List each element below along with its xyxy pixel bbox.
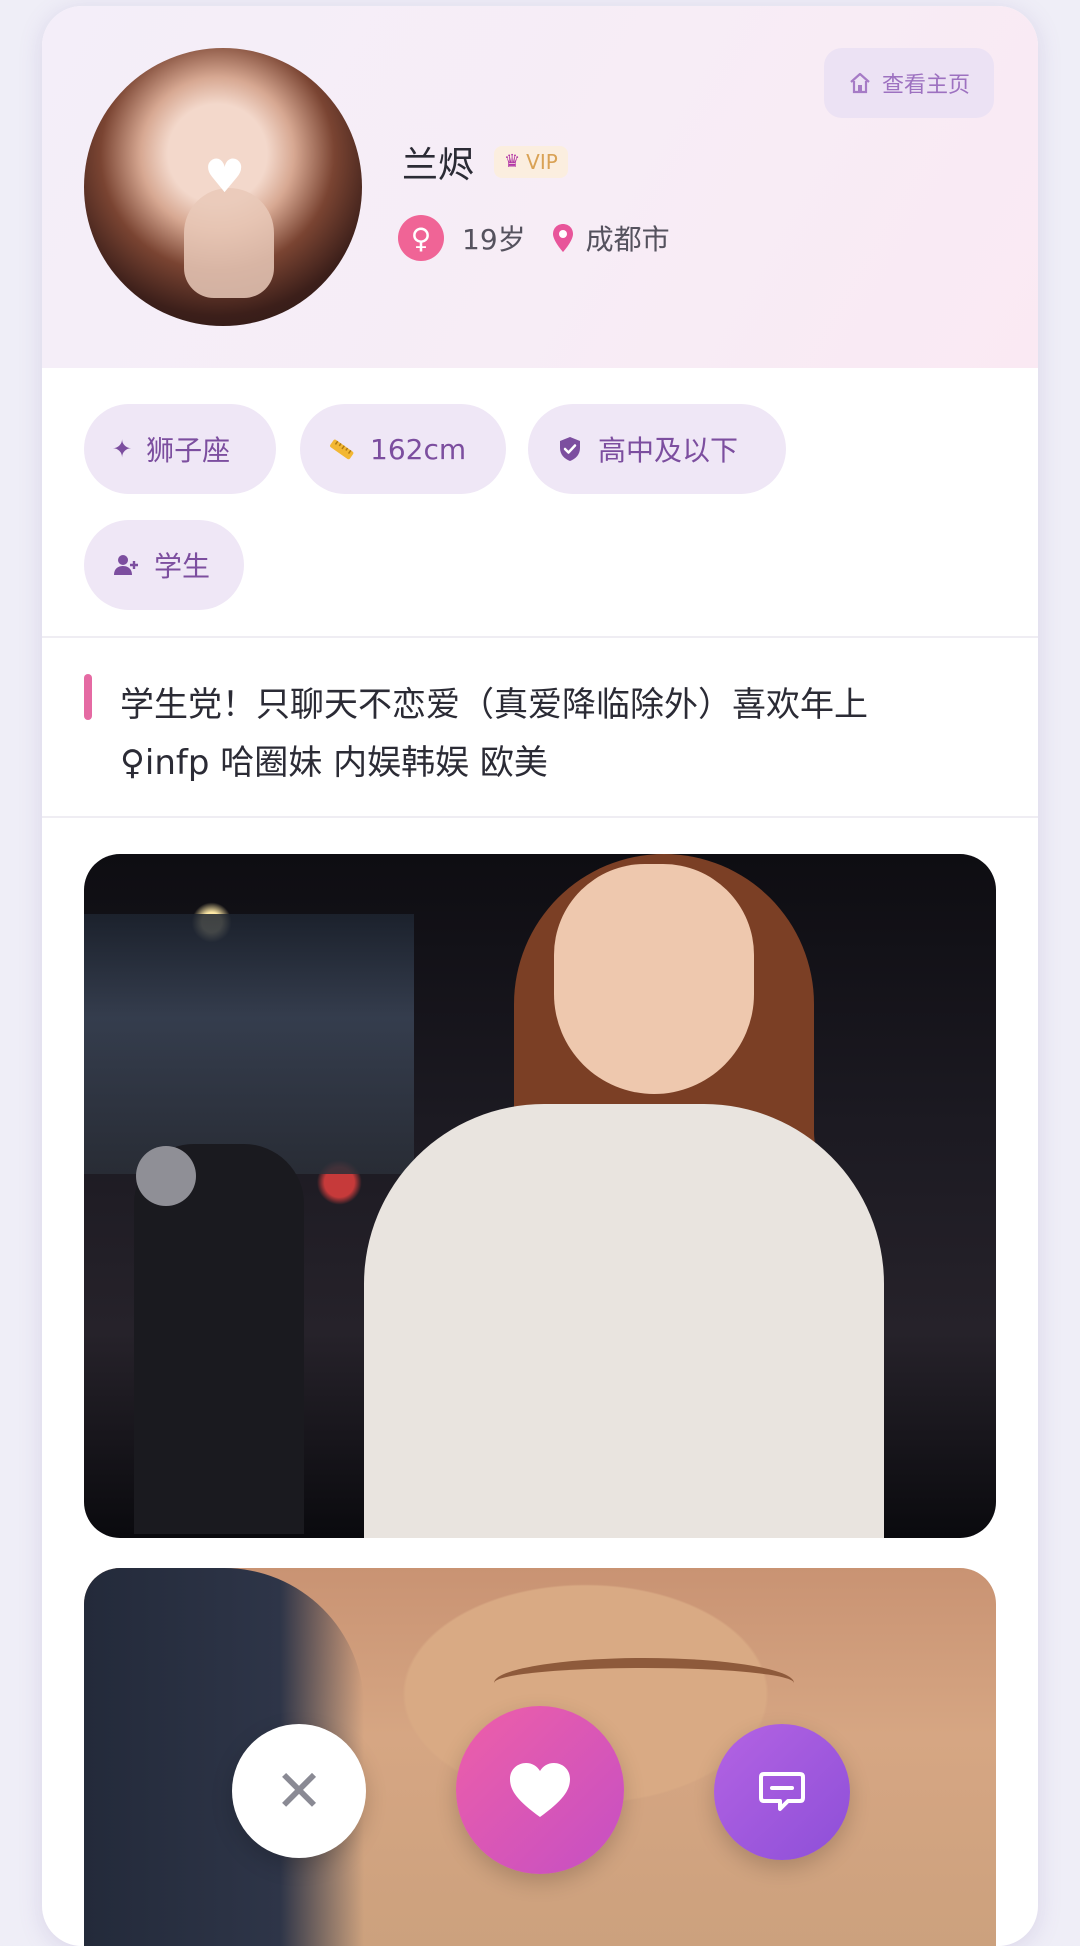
tag-education-label: 高中及以下 xyxy=(598,434,739,467)
bio-text: 学生党！只聊天不恋爱（真爱降临除外）喜欢年上 ♀infp 哈圈妹 内娱韩娱 欧美 xyxy=(120,685,868,783)
like-button[interactable] xyxy=(456,1706,624,1874)
location-pin-icon xyxy=(552,224,573,252)
chat-bubble-icon xyxy=(759,1772,805,1811)
vip-badge: ♛ VIP xyxy=(494,146,568,178)
microphone-icon xyxy=(136,1146,196,1206)
photo-sweater xyxy=(364,1104,884,1538)
photo-background-street xyxy=(84,914,414,1174)
person-add-icon xyxy=(114,555,138,575)
shield-check-icon xyxy=(560,437,580,461)
vip-label: VIP xyxy=(526,150,558,174)
female-icon: ♀ xyxy=(398,215,444,261)
bio-accent-bar xyxy=(84,674,92,720)
divider xyxy=(42,816,1038,818)
avatar[interactable]: ♥ xyxy=(84,48,362,326)
city-label: 成都市 xyxy=(585,223,670,256)
profile-header: ♥ 兰烬 ♛ VIP ♀ 19岁 成都市 查看主页 xyxy=(42,6,1038,368)
heart-icon xyxy=(510,1763,570,1817)
avatar-hand xyxy=(184,188,274,298)
age-label: 19岁 xyxy=(462,223,526,256)
tag-occupation-label: 学生 xyxy=(154,550,211,583)
profile-photo[interactable] xyxy=(84,854,996,1538)
tag-zodiac-label: 狮子座 xyxy=(146,434,231,467)
close-icon: ✕ xyxy=(274,1757,324,1825)
crown-icon: ♛ xyxy=(504,151,521,172)
tag-education: 高中及以下 xyxy=(528,404,786,494)
profile-meta: ♀ 19岁 成都市 xyxy=(398,214,670,262)
tag-occupation: 学生 xyxy=(84,520,244,610)
chat-button[interactable] xyxy=(714,1724,850,1860)
profile-card: ♥ 兰烬 ♛ VIP ♀ 19岁 成都市 查看主页 ✦ 狮子座 162cm 高中… xyxy=(42,6,1038,1946)
profile-name: 兰烬 xyxy=(402,145,475,186)
action-bar: ✕ xyxy=(0,1700,1080,1900)
avatar-heart-icon: ♥ xyxy=(204,149,246,203)
view-homepage-button[interactable]: 查看主页 xyxy=(824,48,994,118)
view-homepage-label: 查看主页 xyxy=(881,73,970,98)
tag-height-label: 162cm xyxy=(370,432,467,466)
sparkle-icon: ✦ xyxy=(112,435,133,463)
photo-face xyxy=(554,864,754,1094)
tag-zodiac: ✦ 狮子座 xyxy=(84,404,276,494)
divider xyxy=(42,636,1038,638)
tag-height: 162cm xyxy=(300,404,506,494)
home-icon xyxy=(850,72,870,94)
dislike-button[interactable]: ✕ xyxy=(232,1724,366,1858)
ruler-icon xyxy=(330,439,354,460)
